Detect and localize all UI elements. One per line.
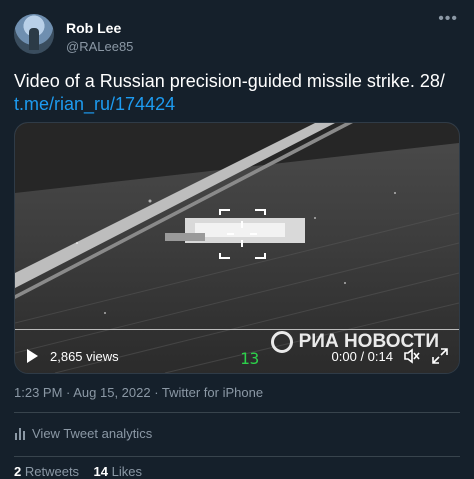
view-tweet-analytics[interactable]: View Tweet analytics: [14, 426, 152, 441]
avatar[interactable]: [14, 14, 54, 54]
divider: [14, 412, 460, 413]
tweet-stats: 2 Retweets 14 Likes: [14, 464, 142, 479]
play-icon[interactable]: [27, 349, 38, 363]
author-display-name[interactable]: Rob Lee: [66, 20, 133, 37]
author-handle[interactable]: @RALee85: [66, 38, 133, 56]
video-time: 0:00 / 0:14: [331, 348, 393, 364]
likes-count[interactable]: 14: [94, 464, 108, 479]
divider: [14, 456, 460, 457]
likes-label[interactable]: Likes: [112, 464, 142, 479]
bar-chart-icon: [15, 428, 25, 440]
fullscreen-icon[interactable]: [431, 347, 449, 365]
tweet-text: Video of a Russian precision-guided miss…: [14, 70, 460, 116]
view-count: 2,865 views: [50, 348, 119, 364]
analytics-label: View Tweet analytics: [32, 426, 153, 441]
video-player[interactable]: РИА НОВОСТИ 13 2,865 views 0:00 / 0:14: [14, 122, 460, 374]
video-controls: 2,865 views 0:00 / 0:14: [15, 339, 459, 373]
tweet-link[interactable]: t.me/rian_ru/174424: [14, 93, 460, 116]
tweet-meta[interactable]: 1:23 PM · Aug 15, 2022 · Twitter for iPh…: [14, 385, 263, 400]
more-icon[interactable]: •••: [438, 10, 458, 28]
volume-icon[interactable]: [403, 347, 421, 365]
tweet-body: Video of a Russian precision-guided miss…: [14, 71, 445, 91]
retweets-label[interactable]: Retweets: [25, 464, 79, 479]
tweet-header: Rob Lee @RALee85: [14, 14, 133, 56]
retweets-count[interactable]: 2: [14, 464, 21, 479]
author-names: Rob Lee @RALee85: [66, 20, 133, 56]
